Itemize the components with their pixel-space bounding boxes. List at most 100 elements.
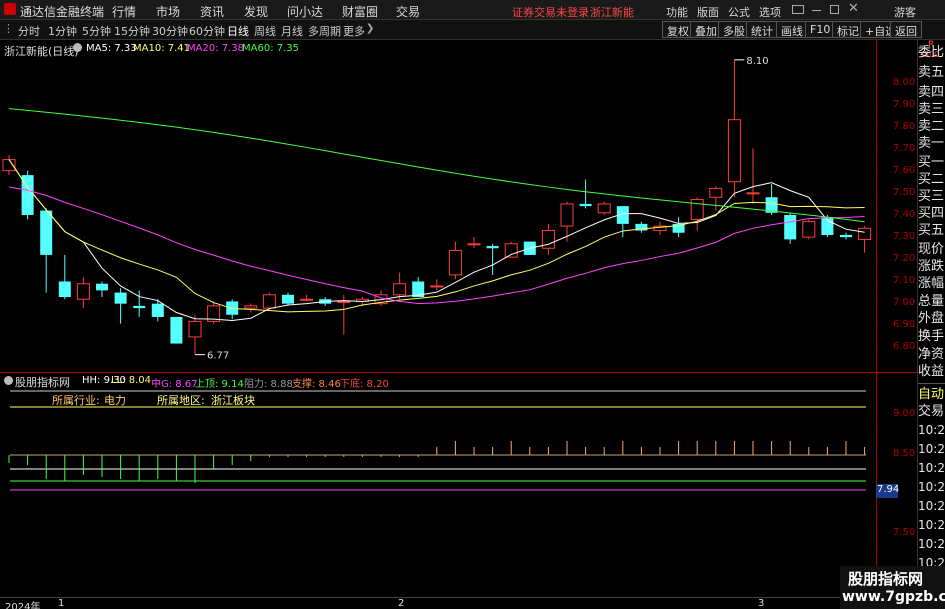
candle-body (727, 119, 741, 183)
site-watermark: 股朋指标网 www.7gpzb.com (840, 566, 945, 609)
menu-jiaoyi[interactable]: 交易 (396, 3, 420, 20)
candle-body (802, 221, 816, 238)
title-bar: 通达信金融终端 行情 市场 资讯 发现 问小达 财富圈 交易 证券交易未登录 浙… (0, 0, 945, 20)
menu-wenxiaoda[interactable]: 问小达 (287, 3, 323, 20)
candle-body (337, 300, 351, 303)
low-label: 6.77 (207, 351, 229, 362)
candle-body (784, 215, 797, 240)
high-label: 8.10 (746, 56, 768, 67)
candle-body (151, 303, 164, 317)
btn-huaxian[interactable]: 画线 (776, 21, 808, 38)
period-multi[interactable]: 多周期 (308, 23, 341, 39)
candle-body (76, 283, 90, 300)
period-monthly[interactable]: 月线 (281, 23, 303, 39)
menu-caifuquan[interactable]: 财富圈 (342, 3, 378, 20)
candle-body (133, 305, 146, 309)
watermark-url: www.7gpzb.com (842, 589, 945, 605)
watermark-title: 股朋指标网 (848, 570, 924, 588)
menu-hangqing[interactable]: 行情 (112, 3, 136, 20)
btn-back[interactable]: 返回 (890, 21, 922, 38)
period-daily[interactable]: 日线 (227, 23, 249, 39)
period-fenshi[interactable]: 分时 (18, 23, 40, 39)
candle-body (486, 246, 499, 249)
candle-body (262, 294, 276, 309)
candle-body (96, 283, 108, 291)
quote-label: 卖一 (918, 136, 945, 151)
tick-time: 10:2 (918, 442, 945, 456)
app-logo-icon (4, 3, 16, 15)
candle-body (244, 305, 258, 309)
period-1min[interactable]: 1分钟 (48, 23, 77, 39)
period-toolbar: ⋮ 分时 1分钟 5分钟 15分钟 30分钟 60分钟 日线 周线 月线 多周期… (0, 20, 945, 40)
tick-time: 10:2 (918, 499, 945, 513)
candle-body (40, 210, 53, 255)
quote-label: 外盘 (918, 311, 945, 326)
candle-body (114, 292, 127, 304)
period-30min[interactable]: 30分钟 (152, 23, 188, 39)
quote-label: 委比 (918, 45, 945, 60)
login-status[interactable]: 证券交易未登录 (512, 4, 589, 20)
maximize-icon[interactable] (830, 5, 839, 14)
btn-f10[interactable]: F10 (805, 21, 836, 38)
quote-panel-divider (918, 383, 945, 384)
tick-time: 10:2 (918, 480, 945, 494)
candlestick-chart[interactable]: 8.10 6.77 (0, 40, 876, 372)
candle-body (560, 203, 574, 227)
candle-body (709, 187, 723, 198)
menu-shichang[interactable]: 市场 (156, 3, 180, 20)
minimize-icon[interactable] (812, 10, 821, 11)
menu-banmian[interactable]: 版面 (697, 4, 719, 20)
more-arrow-icon[interactable]: ❯ (366, 23, 374, 34)
candle-body (393, 283, 407, 296)
indicator-chart[interactable] (0, 373, 876, 597)
month-label: 2 (398, 598, 405, 609)
close-icon[interactable]: ✕ (848, 1, 859, 16)
candle-body (430, 285, 444, 288)
candle-body (504, 243, 518, 258)
trade-label[interactable]: 交易 (918, 402, 945, 422)
candle-body (840, 234, 852, 238)
btn-tongji[interactable]: 统计 (746, 21, 778, 38)
candle-body (690, 198, 704, 220)
guest-label[interactable]: 游客 (894, 4, 916, 20)
quote-label: 买五 (918, 223, 945, 238)
candle-body (188, 320, 202, 338)
candle-body (467, 243, 481, 246)
menu-gongshi[interactable]: 公式 (728, 4, 750, 20)
quote-label: 收益 (918, 364, 945, 379)
period-15min[interactable]: 15分钟 (114, 23, 150, 39)
candle-body (58, 281, 71, 298)
indicator-current-value: 7.94 (876, 484, 899, 498)
message-icon[interactable] (792, 5, 804, 14)
menu-zixun[interactable]: 资讯 (200, 3, 224, 20)
app-name: 通达信金融终端 (20, 5, 105, 19)
candle-body (746, 192, 760, 195)
back-arrow-icon[interactable]: ⋮ (3, 22, 14, 35)
tick-time: 10:2 (918, 461, 945, 475)
month-label: 1 (58, 598, 65, 609)
tick-time: 10:2 (918, 423, 945, 437)
month-label: 3 (758, 598, 765, 609)
candle-body (448, 249, 462, 276)
quote-label: 换手 (918, 329, 945, 344)
menu-gongneng[interactable]: 功能 (666, 4, 688, 20)
candle-body (300, 298, 314, 301)
tick-time: 10:2 (918, 537, 945, 551)
trading-terminal: { "titlebar": { "app_name": "通达信金融终端", "… (0, 0, 945, 609)
period-weekly[interactable]: 周线 (254, 23, 276, 39)
candle-body (170, 316, 183, 344)
tick-time: 10:2 (918, 518, 945, 532)
date-axis: 2024年 1 2 3 (0, 597, 917, 609)
candle-body (579, 203, 592, 207)
menu-xuanxiang[interactable]: 选项 (759, 4, 781, 20)
period-5min[interactable]: 5分钟 (82, 23, 111, 39)
stock-name-title: 浙江新能 (590, 6, 634, 19)
candle-body (282, 294, 294, 304)
period-more[interactable]: 更多 (343, 23, 365, 39)
year-label: 2024年 (5, 602, 41, 609)
candle-body (858, 227, 872, 240)
quote-label: 卖五 (918, 65, 945, 80)
menu-faxian[interactable]: 发现 (244, 3, 268, 20)
candle-body (597, 203, 611, 214)
period-60min[interactable]: 60分钟 (189, 23, 225, 39)
